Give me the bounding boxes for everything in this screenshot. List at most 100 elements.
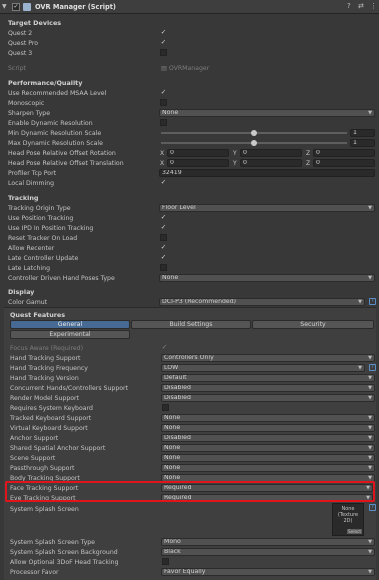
trans-label: Head Pose Relative Offset Translation: [8, 160, 124, 167]
preset-icon[interactable]: ⇄: [358, 2, 364, 10]
tcp-label: Profiler Tcp Port: [8, 170, 57, 177]
render-model-dropdown[interactable]: Disabled ▼: [161, 394, 375, 402]
tab-security[interactable]: Security: [252, 320, 374, 329]
trans-x-field[interactable]: 0: [167, 159, 229, 167]
scene-support-value: None: [164, 454, 181, 461]
origin-dropdown[interactable]: Floor Level ▼: [159, 204, 375, 212]
passthrough-value: None: [164, 464, 181, 471]
late-controller-checkbox[interactable]: ✓: [160, 254, 167, 261]
help-icon[interactable]: ?: [347, 2, 351, 10]
chevron-down-icon: ▼: [368, 375, 372, 381]
splash-select-button[interactable]: Select: [347, 529, 362, 534]
rot-x-field[interactable]: 0: [167, 149, 229, 157]
sharpen-label: Sharpen Type: [8, 110, 51, 117]
late-latching-checkbox[interactable]: [160, 264, 167, 271]
ipd-checkbox[interactable]: ✓: [160, 224, 167, 231]
chevron-down-icon: ▼: [368, 395, 372, 401]
passthrough-dropdown[interactable]: None ▼: [161, 464, 375, 472]
rot-y-label: Y: [233, 150, 237, 157]
foldout-arrow-icon[interactable]: ▼: [2, 3, 7, 10]
quest3-checkbox[interactable]: [160, 49, 167, 56]
msaa-checkbox[interactable]: ✓: [160, 89, 167, 96]
reset-tracker-checkbox[interactable]: [160, 234, 167, 241]
help-icon[interactable]: ?: [369, 298, 376, 305]
script-file-icon: ▤: [161, 65, 169, 72]
concurrent-hands-dropdown[interactable]: Disabled ▼: [161, 384, 375, 392]
sharpen-dropdown[interactable]: None ▼: [159, 109, 375, 117]
gamut-dropdown[interactable]: DCI-P3 (Recommended) ▼: [159, 298, 365, 306]
help-icon[interactable]: ?: [369, 504, 376, 511]
splash-type-value: Mono: [164, 538, 181, 545]
rot-z-field[interactable]: 0: [313, 149, 375, 157]
hand-tracking-support-dropdown[interactable]: Controllers Only ▼: [161, 354, 375, 362]
trans-y-field[interactable]: 0: [240, 159, 302, 167]
rot-label: Head Pose Relative Offset Rotation: [8, 150, 116, 157]
splash-type-dropdown[interactable]: Mono ▼: [161, 538, 375, 546]
dimming-label: Local Dimming: [8, 180, 55, 187]
system-keyboard-label: Requires System Keyboard: [10, 405, 93, 412]
component-enabled-checkbox[interactable]: ✓: [12, 3, 20, 11]
tracked-keyboard-dropdown[interactable]: None ▼: [161, 414, 375, 422]
max-dyn-field[interactable]: 1: [350, 139, 375, 147]
help-icon[interactable]: ?: [369, 364, 376, 371]
trans-z-label: Z: [306, 160, 311, 167]
hand-tracking-frequency-value: LOW: [164, 364, 179, 371]
anchor-support-dropdown[interactable]: Disabled ▼: [161, 434, 375, 442]
scene-support-dropdown[interactable]: None ▼: [161, 454, 375, 462]
min-dyn-slider-handle[interactable]: [251, 130, 257, 136]
cdh-dropdown[interactable]: None ▼: [159, 274, 375, 282]
tab-build-settings[interactable]: Build Settings: [131, 320, 251, 329]
script-icon: [23, 3, 31, 11]
chevron-down-icon: ▼: [358, 299, 362, 305]
focus-aware-checkbox: ✓: [161, 343, 168, 351]
processor-favor-dropdown[interactable]: Favor Equally ▼: [161, 568, 375, 576]
virtual-keyboard-dropdown[interactable]: None ▼: [161, 424, 375, 432]
hand-tracking-frequency-label: Hand Tracking Frequency: [10, 365, 88, 372]
focus-aware-label: Focus Aware (Required): [10, 345, 84, 352]
min-dyn-field[interactable]: 1: [350, 129, 375, 137]
splash-texture-field[interactable]: None (Texture 2D) Select: [332, 503, 364, 536]
anchor-support-label: Anchor Support: [10, 435, 59, 442]
hand-tracking-version-dropdown[interactable]: Default ▼: [161, 374, 375, 382]
chevron-down-icon: ▼: [368, 455, 372, 461]
quest3-label: Quest 3: [8, 50, 33, 57]
hand-tracking-version-value: Default: [164, 374, 187, 381]
dof-label: Allow Optional 3DoF Head Tracking: [10, 559, 119, 566]
target-devices-heading: Target Devices: [8, 19, 62, 27]
tab-general[interactable]: General: [10, 320, 130, 329]
chevron-down-icon: ▼: [368, 355, 372, 361]
body-tracking-value: None: [164, 474, 181, 481]
cdh-label: Controller Driven Hand Poses Type: [8, 275, 115, 282]
splash-screen-label: System Splash Screen: [10, 506, 79, 513]
system-keyboard-checkbox[interactable]: [162, 404, 169, 411]
monoscopic-checkbox[interactable]: [160, 99, 167, 106]
quest2-checkbox[interactable]: ✓: [160, 29, 167, 36]
chevron-down-icon: ▼: [368, 549, 372, 555]
tab-experimental[interactable]: Experimental: [10, 330, 130, 339]
sharpen-value: None: [162, 109, 179, 116]
tcp-field[interactable]: 32419: [159, 169, 375, 177]
more-menu-icon[interactable]: ⋮: [370, 2, 377, 10]
trans-z-field[interactable]: 0: [313, 159, 375, 167]
render-model-value: Disabled: [164, 394, 191, 401]
rot-z-label: Z: [306, 150, 311, 157]
cdh-value: None: [162, 274, 179, 281]
virtual-keyboard-label: Virtual Keyboard Support: [10, 425, 88, 432]
shared-anchor-value: None: [164, 444, 181, 451]
splash-texture-type: (Texture 2D): [337, 512, 359, 524]
rot-y-field[interactable]: 0: [240, 149, 302, 157]
dof-checkbox[interactable]: [162, 558, 169, 565]
dyn-res-label: Enable Dynamic Resolution: [8, 120, 93, 127]
dimming-checkbox[interactable]: ✓: [160, 179, 167, 186]
origin-label: Tracking Origin Type: [8, 205, 71, 212]
shared-anchor-dropdown[interactable]: None ▼: [161, 444, 375, 452]
splash-bg-dropdown[interactable]: Black ▼: [161, 548, 375, 556]
hand-tracking-frequency-dropdown[interactable]: LOW ▼: [161, 364, 365, 372]
max-dyn-slider-handle[interactable]: [251, 140, 257, 146]
component-header[interactable]: ▼ ✓ OVR Manager (Script) ? ⇄ ⋮: [0, 0, 379, 14]
pos-tracking-checkbox[interactable]: ✓: [160, 214, 167, 221]
recenter-checkbox[interactable]: ✓: [160, 244, 167, 251]
monoscopic-label: Monoscopic: [8, 100, 45, 107]
questpro-checkbox[interactable]: ✓: [160, 39, 167, 46]
dyn-res-checkbox[interactable]: [160, 119, 167, 126]
